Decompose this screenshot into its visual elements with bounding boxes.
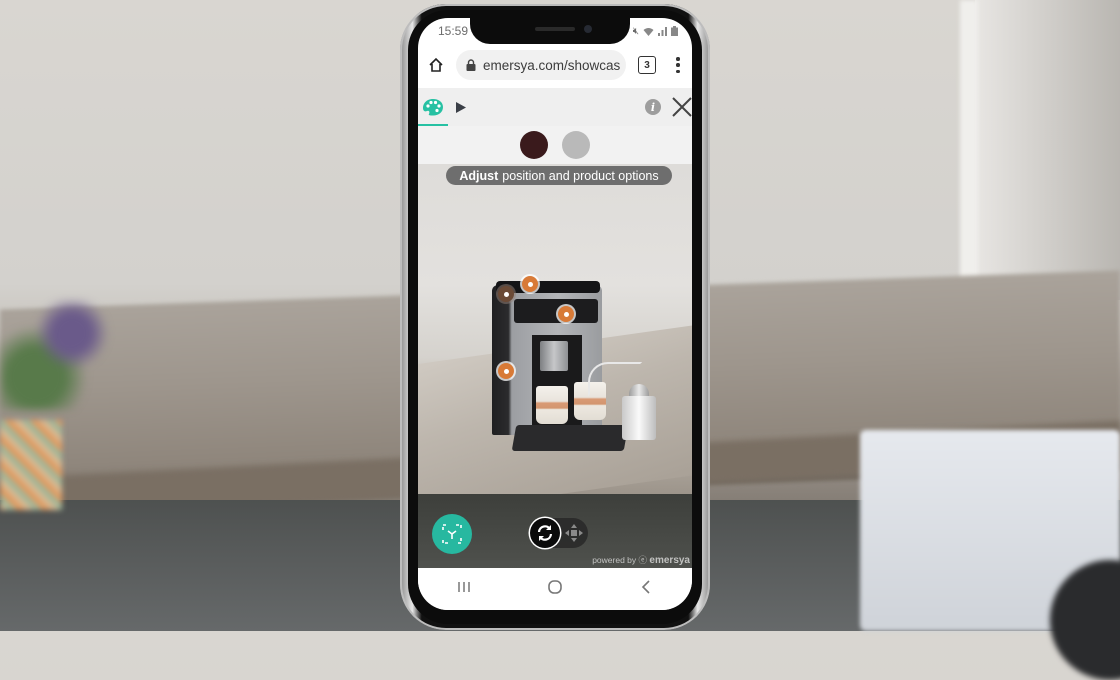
android-nav-bar <box>418 568 692 610</box>
milk-jug <box>622 382 656 440</box>
hotspot-side[interactable] <box>498 363 514 379</box>
background-pot <box>0 420 62 510</box>
phone-screen: 15:59 🔇︎ emersya.com/showcas 3 i Adjust … <box>418 18 692 610</box>
hint-text: position and product options <box>502 168 659 183</box>
mute-icon: 🔇︎ <box>632 25 639 37</box>
tab-count: 3 <box>644 59 650 71</box>
rotate-button[interactable] <box>530 518 560 548</box>
info-icon: i <box>650 100 656 114</box>
wifi-icon <box>643 27 654 36</box>
close-icon <box>672 97 692 117</box>
browser-home-button[interactable] <box>424 53 448 77</box>
cup-left <box>536 386 568 424</box>
play-icon <box>456 101 466 113</box>
recents-button[interactable] <box>444 572 484 602</box>
brand-name: emersya <box>649 555 690 566</box>
machine-spout <box>540 341 568 371</box>
emersya-logo-icon: ⓔ <box>638 555 648 565</box>
palette-icon <box>423 99 443 116</box>
back-icon <box>642 580 650 594</box>
lock-icon <box>466 59 476 71</box>
android-home-button[interactable] <box>535 572 575 602</box>
recents-icon <box>457 582 470 592</box>
ar-placement-button[interactable] <box>432 514 472 554</box>
hotspot-top[interactable] <box>522 276 538 292</box>
machine-drip-tray <box>511 425 629 451</box>
powered-by-text: powered by <box>592 555 637 565</box>
browser-menu-button[interactable] <box>670 54 686 76</box>
status-icons: 🔇︎ <box>633 26 678 37</box>
ar-view-icon <box>442 524 462 544</box>
home-icon <box>429 57 443 72</box>
tab-play[interactable] <box>456 88 466 126</box>
close-button[interactable] <box>670 94 692 120</box>
phone-speaker <box>535 27 575 31</box>
swatch-silver[interactable] <box>562 131 590 159</box>
powered-by-branding[interactable]: powered by ⓔ emersya <box>592 554 690 566</box>
rotate-icon <box>537 525 553 541</box>
hotspot-side-top[interactable] <box>498 286 514 302</box>
address-bar[interactable]: emersya.com/showcas <box>456 50 626 80</box>
swatch-dark-brown[interactable] <box>520 131 548 159</box>
browser-url-bar: emersya.com/showcas 3 <box>418 44 692 86</box>
machine-control-panel <box>514 299 598 323</box>
battery-icon <box>671 26 678 36</box>
move-icon <box>565 524 583 542</box>
background-plant <box>0 300 120 410</box>
tab-switcher-button[interactable]: 3 <box>638 56 656 74</box>
more-vert-icon <box>676 57 680 61</box>
color-swatches <box>418 126 692 164</box>
url-text: emersya.com/showcas <box>483 57 621 73</box>
status-time: 15:59 <box>438 24 469 38</box>
hotspot-panel[interactable] <box>558 306 574 322</box>
move-button[interactable] <box>560 518 588 548</box>
hint-bold: Adjust <box>459 168 499 183</box>
back-button[interactable] <box>626 572 666 602</box>
background-wall <box>975 0 1120 300</box>
info-button[interactable]: i <box>645 99 661 115</box>
tab-configure[interactable] <box>418 88 448 126</box>
front-camera <box>584 25 592 33</box>
viewer-toolbar: i <box>418 88 692 126</box>
hint-banner: Adjust position and product options <box>446 166 672 185</box>
home-circle-icon <box>548 580 562 594</box>
signal-icon <box>658 26 667 36</box>
background-wall-edge <box>960 0 978 300</box>
